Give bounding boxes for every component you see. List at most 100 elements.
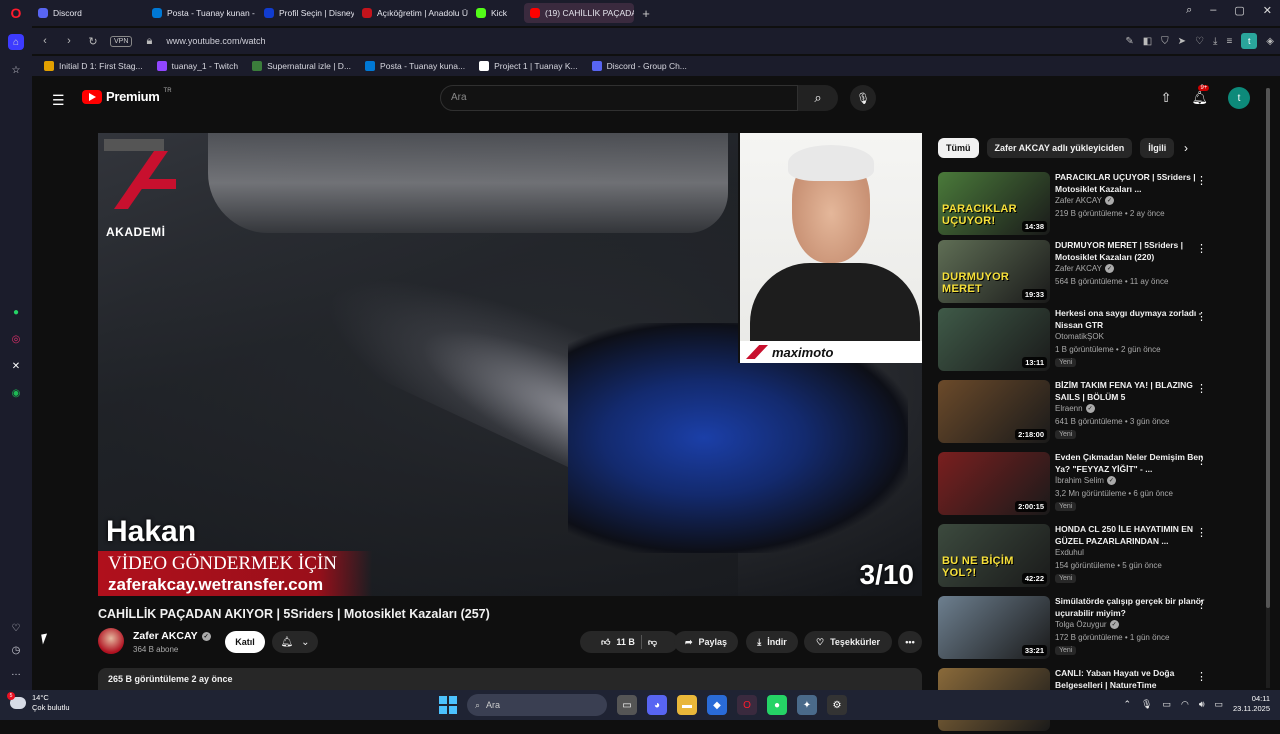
url-field[interactable]: www.youtube.com/watch	[166, 36, 265, 46]
recommendation-title[interactable]: Herkesi ona saygı duymaya zorladı - Niss…	[1055, 308, 1205, 331]
bookmark-item[interactable]: Discord - Group Ch...	[591, 61, 687, 71]
edit-icon[interactable]: ✎	[1125, 36, 1133, 47]
volume-icon[interactable]: 🔊︎	[1199, 699, 1205, 710]
recommendation-title[interactable]: PARACIKLAR UÇUYOR | 5Sriders | Motosikle…	[1055, 172, 1205, 195]
x-twitter-icon[interactable]: ✕	[8, 358, 24, 374]
bookmark-item[interactable]: tuanay_1 - Twitch	[156, 61, 238, 71]
thanks-button[interactable]: ♡ Teşekkürler	[804, 631, 892, 653]
app-icon[interactable]: ✦	[797, 695, 817, 715]
recommendation-item[interactable]: PARACIKLAR UÇUYOR! 14:38 PARACIKLAR UÇUYOR…	[938, 172, 1234, 238]
channel-name[interactable]: Zafer AKCAY ✓	[133, 630, 211, 642]
file-explorer-icon[interactable]: ▬	[677, 695, 697, 715]
youtube-logo[interactable]: Premium TR	[82, 88, 172, 104]
send-icon[interactable]: ➤	[1178, 36, 1186, 47]
more-icon[interactable]: …	[8, 664, 24, 680]
filter-chip[interactable]: Tümü	[938, 138, 979, 158]
recommendation-channel[interactable]: Tolga Özuygur ✓	[1055, 620, 1119, 629]
voice-search-button[interactable]: 🎙︎	[850, 85, 876, 111]
more-vert-icon[interactable]: ⋮	[1196, 242, 1207, 255]
browser-tab[interactable]: Kick	[470, 3, 522, 23]
home-icon[interactable]: ⌂	[8, 34, 24, 50]
search-button[interactable]: ⌕	[798, 85, 838, 111]
back-icon[interactable]: ‹	[38, 35, 52, 47]
spotify-icon[interactable]: ◉	[8, 385, 24, 401]
more-vert-icon[interactable]: ⋮	[1196, 598, 1207, 611]
extensions-icon[interactable]: ◈	[1266, 36, 1274, 47]
browser-tab[interactable]: Açıköğretim | Anadolu Ün	[356, 3, 468, 23]
video-thumbnail[interactable]: 33:21	[938, 596, 1050, 659]
video-thumbnail[interactable]: 2:18:00	[938, 380, 1050, 443]
discord-icon[interactable]: ◕	[647, 695, 667, 715]
opera-logo-icon[interactable]: O	[0, 0, 32, 26]
recommendation-title[interactable]: DURMUYOR MERET | 5Sriders | Motosiklet K…	[1055, 240, 1205, 263]
vpn-badge[interactable]: VPN	[110, 35, 133, 47]
bookmark-item[interactable]: Initial D 1: First Stag...	[44, 61, 143, 71]
battery-icon[interactable]: ▭	[1215, 699, 1224, 710]
whatsapp-icon[interactable]: ●	[767, 695, 787, 715]
opera-icon[interactable]: O	[737, 695, 757, 715]
bookmark-item[interactable]: Project 1 | Tuanay K...	[479, 61, 578, 71]
instagram-icon[interactable]: ◎	[8, 331, 24, 347]
new-tab-button[interactable]: +	[638, 5, 654, 21]
reload-icon[interactable]: ↻	[86, 35, 100, 48]
maximize-button[interactable]: ▢	[1234, 4, 1244, 17]
more-vert-icon[interactable]: ⋮	[1196, 382, 1207, 395]
whatsapp-icon[interactable]: ●	[8, 304, 24, 320]
more-vert-icon[interactable]: ⋮	[1196, 454, 1207, 467]
taskbar-search[interactable]: ⌕ Ara	[467, 694, 607, 716]
like-button[interactable]: 👍︎ 11 B	[601, 637, 635, 648]
more-vert-icon[interactable]: ⋮	[1196, 526, 1207, 539]
video-thumbnail[interactable]: BU NE BİÇİM YOL?! 42:22	[938, 524, 1050, 587]
share-button[interactable]: ➦ Paylaş	[674, 631, 738, 653]
recommendation-item[interactable]: 2:00:15 Evden Çıkmadan Neler Demişim Ben …	[938, 452, 1234, 518]
recommendation-title[interactable]: HONDA CL 250 İLE HAYATIMIN EN GÜZEL PAZA…	[1055, 524, 1205, 547]
history-icon[interactable]: ◷	[8, 642, 24, 658]
video-player[interactable]: AKADEMİ maximoto Hakan VİDEO GÖNDERMEK İ…	[98, 133, 922, 596]
recommendation-channel[interactable]: Exduhul	[1055, 548, 1084, 557]
close-button[interactable]: ✕	[1263, 4, 1272, 17]
pinboard-icon[interactable]: ☆	[8, 62, 24, 78]
mic-icon[interactable]: 🎙︎	[1141, 699, 1152, 710]
video-thumbnail[interactable]: DURMUYOR MERET 19:33	[938, 240, 1050, 303]
subscription-bell-button[interactable]: 🔔︎ ⌄	[272, 631, 318, 653]
recommendation-item[interactable]: 33:21 Simülatörde çalışıp gerçek bir plan…	[938, 596, 1234, 662]
more-actions-button[interactable]: •••	[898, 631, 922, 653]
clock[interactable]: 04:11 23.11.2025	[1233, 694, 1270, 714]
recommendation-channel[interactable]: Zafer AKCAY ✓	[1055, 264, 1114, 273]
heart-icon[interactable]: ♡	[8, 620, 24, 636]
download-icon[interactable]: ⤓	[1213, 36, 1217, 47]
menu-icon[interactable]: ≡	[1226, 36, 1232, 47]
search-tabs-icon[interactable]: ⌕	[1186, 4, 1192, 17]
settings-icon[interactable]: ⚙	[827, 695, 847, 715]
browser-tab[interactable]: Discord	[32, 3, 144, 23]
recommendation-item[interactable]: 13:11 Herkesi ona saygı duymaya zorladı -…	[938, 308, 1234, 374]
more-vert-icon[interactable]: ⋮	[1196, 310, 1207, 323]
filter-chip[interactable]: İlgili	[1140, 138, 1175, 158]
browser-tab[interactable]: Profil Seçin | Disney+	[258, 3, 354, 23]
filter-chip[interactable]: Zafer AKCAY adlı yükleyiciden	[986, 138, 1133, 158]
task-view-icon[interactable]: ▭	[617, 695, 637, 715]
description-box[interactable]: 265 B görüntüleme 2 ay önce	[98, 668, 922, 690]
hamburger-menu-icon[interactable]: ☰	[52, 92, 65, 109]
download-button[interactable]: ⤓ İndir	[746, 631, 798, 653]
bookmark-item[interactable]: Supernatural izle | D...	[252, 61, 351, 71]
chevron-up-icon[interactable]: ⌃	[1123, 699, 1131, 710]
recommendation-channel[interactable]: OtomatikŞOK	[1055, 332, 1104, 341]
video-thumbnail[interactable]: PARACIKLAR UÇUYOR! 14:38	[938, 172, 1050, 235]
recommendation-title[interactable]: Simülatörde çalışıp gerçek bir planör uç…	[1055, 596, 1205, 619]
join-button[interactable]: Katıl	[225, 631, 265, 653]
recommendation-channel[interactable]: İbrahim Selim ✓	[1055, 476, 1116, 485]
start-button[interactable]	[439, 696, 457, 714]
recommendation-title[interactable]: BİZİM TAKIM FENA YA! | BLAZING SAILS | B…	[1055, 380, 1205, 403]
search-input[interactable]: Ara	[440, 85, 798, 111]
channel-avatar[interactable]	[98, 628, 124, 654]
bookmark-item[interactable]: Posta - Tuanay kuna...	[365, 61, 465, 71]
video-thumbnail[interactable]: 13:11	[938, 308, 1050, 371]
recommendation-item[interactable]: DURMUYOR MERET 19:33 DURMUYOR MERET | 5Sri…	[938, 240, 1234, 306]
browser-tab[interactable]: Posta - Tuanay kunan - O	[146, 3, 256, 23]
forward-icon[interactable]: ›	[62, 35, 76, 47]
dislike-button[interactable]: 👎︎	[648, 637, 657, 648]
notifications-bell-icon[interactable]: 🔔︎ 9+	[1191, 85, 1210, 106]
upload-icon[interactable]: ⇧	[1161, 90, 1172, 106]
store-icon[interactable]: ◆	[707, 695, 727, 715]
